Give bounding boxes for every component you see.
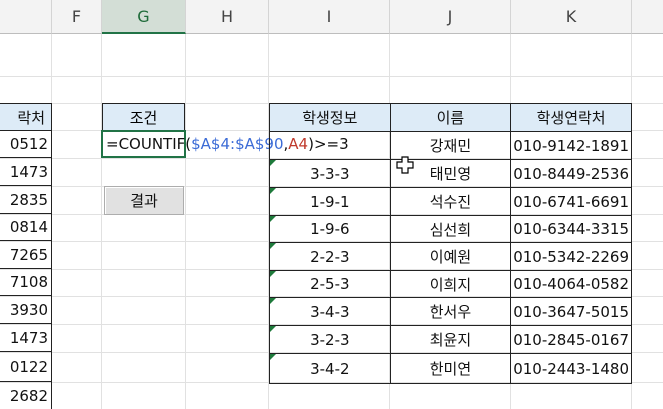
contact-cell[interactable]: 0122	[0, 352, 52, 382]
name-cell[interactable]: 최윤지	[389, 325, 512, 354]
error-indicator-icon	[270, 354, 276, 360]
error-indicator-icon	[270, 188, 276, 194]
contact-cell[interactable]: 3930	[0, 296, 52, 324]
student-info-text: 1-9-1	[310, 192, 350, 211]
table-header-row: 학생정보 이름 학생연락처	[269, 103, 632, 132]
column-header-k[interactable]: K	[511, 0, 632, 34]
column-header-j[interactable]: J	[390, 0, 511, 34]
student-info-cell[interactable]: 1-9-6	[269, 215, 391, 243]
phone-cell[interactable]: 010-8449-2536	[510, 159, 632, 188]
table-row: 3-3-3 태민영 010-8449-2536	[269, 159, 632, 188]
column-header-g[interactable]: G	[102, 0, 186, 34]
column-header-h[interactable]: H	[186, 0, 269, 34]
name-cell[interactable]: 이예원	[389, 242, 512, 271]
gridline	[0, 76, 663, 77]
table-row: 2-2-3 이예원 010-5342-2269	[269, 242, 632, 271]
plus-cursor-icon	[396, 156, 414, 174]
contact-cell[interactable]: 0512	[0, 131, 52, 158]
contact-cell[interactable]: 1473	[0, 324, 52, 352]
column-header-e[interactable]	[0, 0, 52, 34]
error-indicator-icon	[270, 298, 276, 304]
error-indicator-icon	[270, 216, 276, 222]
phone-cell[interactable]: 010-6344-3315	[510, 215, 632, 243]
table-row: 강재민 010-9142-1891	[269, 131, 632, 160]
result-button[interactable]: 결과	[104, 186, 184, 215]
column-header-i[interactable]: I	[269, 0, 390, 34]
error-indicator-icon	[270, 271, 276, 277]
contact-cell[interactable]: 1473	[0, 158, 52, 186]
phone-cell[interactable]: 010-9142-1891	[510, 131, 632, 160]
student-info-cell[interactable]: 3-4-3	[269, 297, 391, 326]
student-table: 학생정보 이름 학생연락처 강재민 010-9142-1891 3-3-3 태민…	[269, 103, 632, 384]
name-cell[interactable]: 한서우	[389, 297, 512, 326]
table-row: 1-9-6 심선희 010-6344-3315	[269, 215, 632, 243]
table-row: 3-4-3 한서우 010-3647-5015	[269, 297, 632, 326]
student-info-text: 1-9-6	[310, 220, 350, 238]
name-cell[interactable]: 석수진	[389, 187, 512, 216]
contact-header-partial[interactable]: 락처	[0, 103, 52, 131]
column-header-f[interactable]: F	[52, 0, 102, 34]
error-indicator-icon	[270, 160, 276, 166]
student-info-text: 2-2-3	[310, 247, 350, 266]
error-indicator-icon	[270, 326, 276, 332]
phone-cell[interactable]: 010-4064-0582	[510, 270, 632, 298]
table-row: 2-5-3 이희지 010-4064-0582	[269, 270, 632, 298]
contact-cell[interactable]: 2835	[0, 186, 52, 214]
name-cell[interactable]: 이희지	[389, 270, 512, 298]
phone-cell[interactable]: 010-2443-1480	[510, 353, 632, 384]
table-row: 3-4-2 한미연 010-2443-1480	[269, 353, 632, 384]
column-header-l[interactable]	[632, 0, 663, 34]
student-info-text: 3-4-3	[310, 302, 350, 321]
student-info-text: 3-3-3	[310, 164, 350, 183]
student-info-cell[interactable]: 2-5-3	[269, 270, 391, 298]
student-info-cell[interactable]	[269, 131, 391, 160]
error-indicator-icon	[270, 243, 276, 249]
student-info-text: 2-5-3	[310, 275, 350, 293]
student-info-text: 3-4-2	[310, 359, 350, 378]
student-info-cell[interactable]: 3-3-3	[269, 159, 391, 188]
spreadsheet[interactable]: F G H I J K 락처 0512 1473 2835 0814 7265 …	[0, 0, 663, 409]
header-student-contact[interactable]: 학생연락처	[510, 103, 632, 132]
contact-cell[interactable]: 7265	[0, 241, 52, 269]
table-row: 3-2-3 최윤지 010-2845-0167	[269, 325, 632, 354]
phone-cell[interactable]: 010-6741-6691	[510, 187, 632, 216]
student-info-cell[interactable]: 3-2-3	[269, 325, 391, 354]
condition-header[interactable]: 조건	[102, 103, 185, 131]
table-row: 1-9-1 석수진 010-6741-6691	[269, 187, 632, 216]
name-cell[interactable]: 심선희	[389, 215, 512, 243]
student-info-text: 3-2-3	[310, 330, 350, 349]
phone-cell[interactable]: 010-2845-0167	[510, 325, 632, 354]
header-student-info[interactable]: 학생정보	[269, 103, 391, 132]
student-info-cell[interactable]: 2-2-3	[269, 242, 391, 271]
contact-cell[interactable]: 2682	[0, 382, 52, 409]
formula-prefix: =COUNTIF(	[106, 135, 192, 153]
phone-cell[interactable]: 010-3647-5015	[510, 297, 632, 326]
contact-cell[interactable]: 7108	[0, 269, 52, 296]
student-info-cell[interactable]: 1-9-1	[269, 187, 391, 216]
name-cell[interactable]: 한미연	[389, 353, 512, 384]
header-name[interactable]: 이름	[389, 103, 512, 132]
student-info-cell[interactable]: 3-4-2	[269, 353, 391, 384]
contact-cell[interactable]: 0814	[0, 214, 52, 241]
phone-cell[interactable]: 010-5342-2269	[510, 242, 632, 271]
